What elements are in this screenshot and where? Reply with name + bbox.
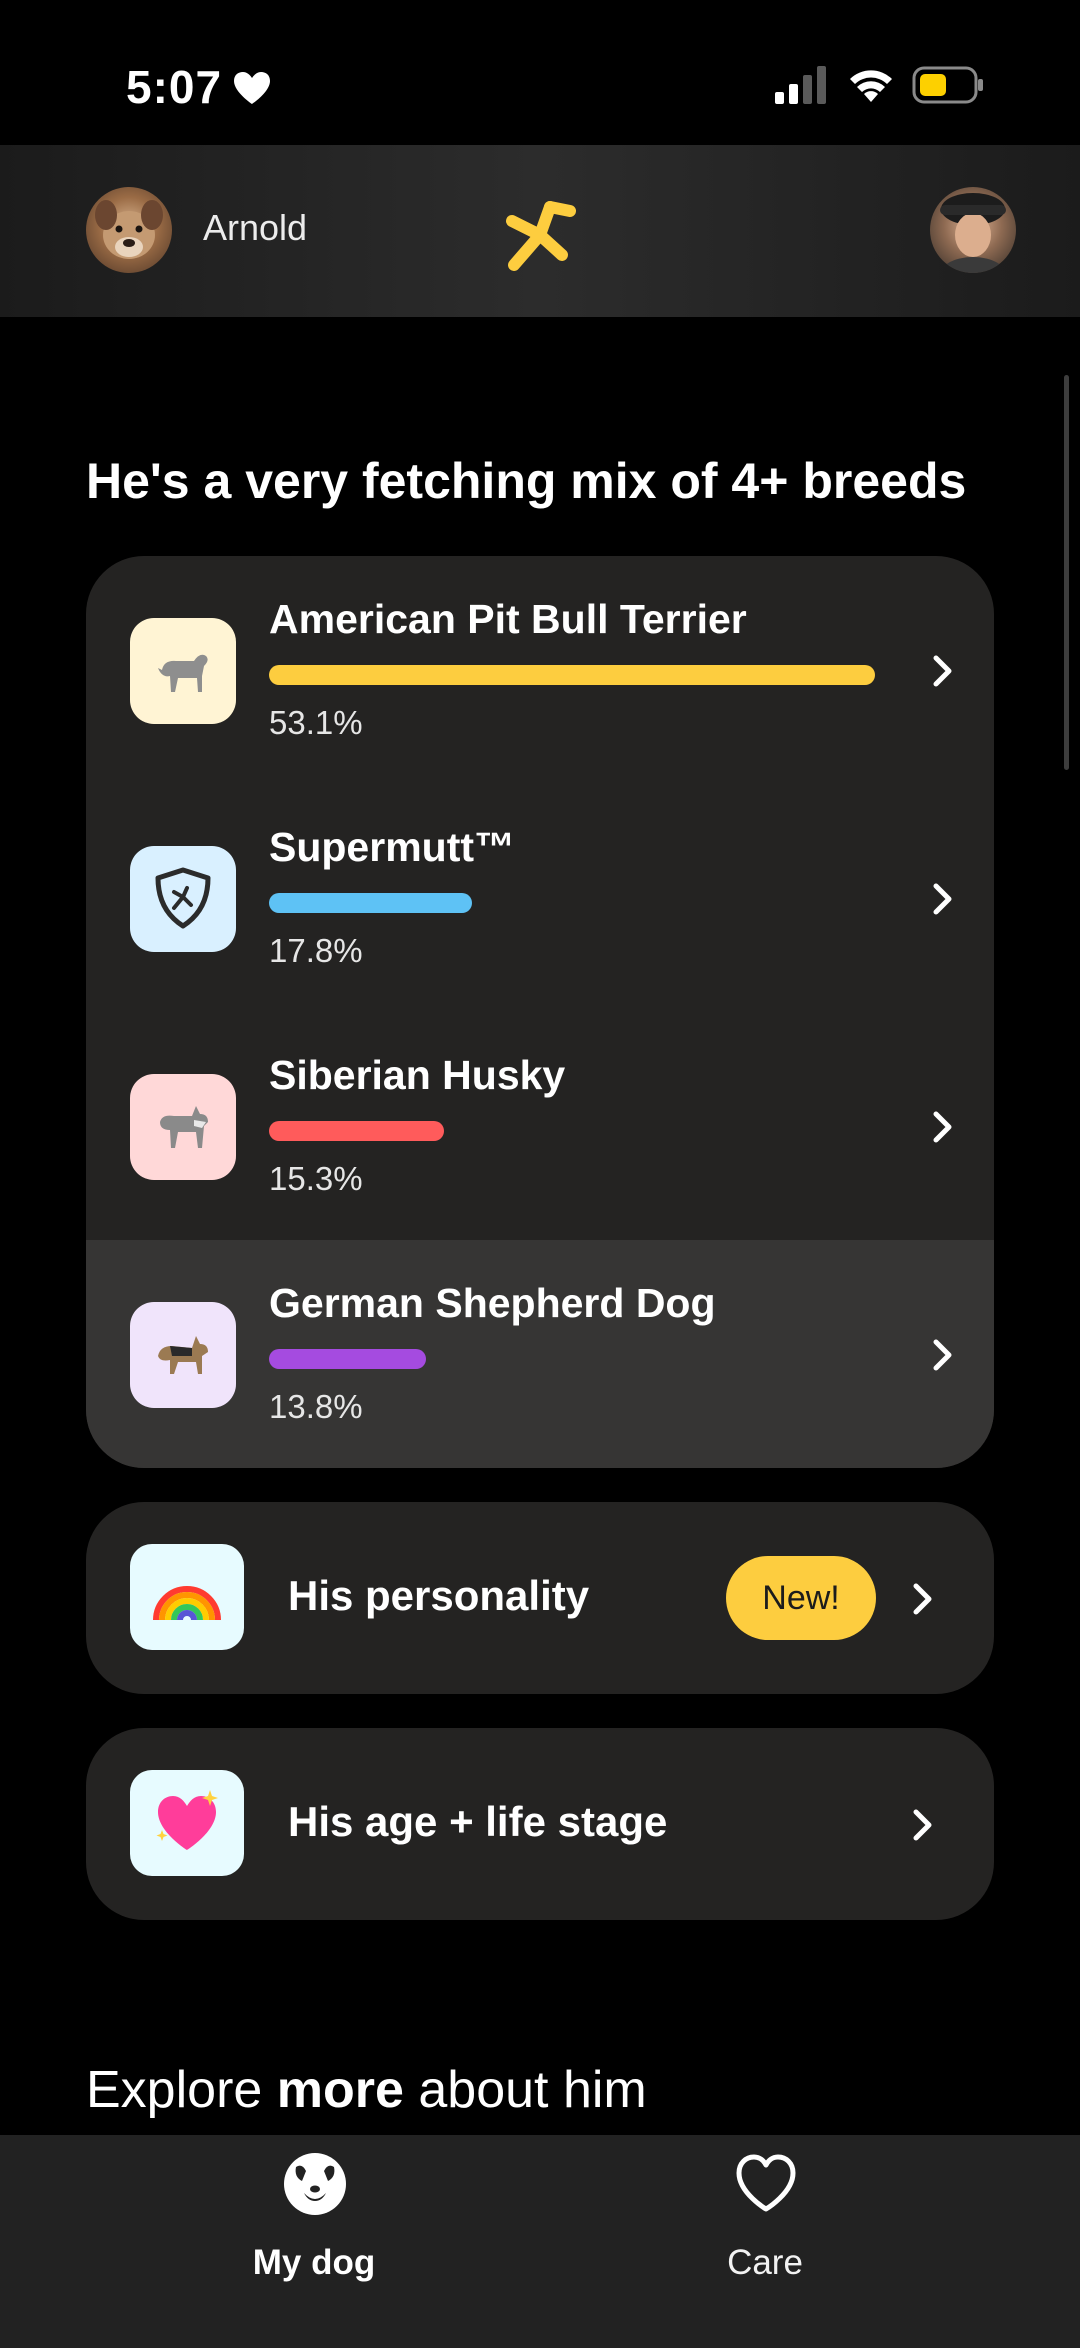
personality-label: His personality (288, 1572, 590, 1619)
status-bar: 5:07 (0, 0, 1080, 145)
signal-icon (775, 66, 826, 104)
rainbow-icon (153, 1586, 221, 1621)
scrollbar[interactable] (1064, 375, 1069, 770)
chevron-right-icon (933, 1339, 952, 1371)
person-face-icon (938, 193, 1008, 273)
breed-row-german-shepherd-dog[interactable]: German Shepherd Dog 13.8% (86, 1240, 994, 1468)
breed-row-american-pit-bull-terrier[interactable]: American Pit Bull Terrier 53.1% (86, 556, 994, 784)
breed-mix-card: American Pit Bull Terrier 53.1% Supermut… (86, 556, 994, 1468)
sparkling-heart-icon (156, 1790, 218, 1850)
german-shepherd-icon (158, 1336, 208, 1374)
tab-care[interactable]: Care (615, 2151, 915, 2321)
pit-bull-icon (158, 654, 208, 692)
breed-percentage: 13.8% (269, 1388, 363, 1425)
dog-face-icon (95, 200, 163, 259)
dog-name[interactable]: Arnold (203, 207, 307, 249)
dog-face-tab-icon (284, 2153, 346, 2215)
age-icon-box (130, 1770, 244, 1876)
battery-icon (912, 66, 983, 104)
new-badge: New! (726, 1556, 876, 1640)
explore-suffix: about him (418, 2061, 647, 2119)
age-life-stage-label: His age + life stage (288, 1798, 668, 1845)
breed-icon-box (130, 618, 236, 724)
status-time: 5:07 (126, 61, 223, 113)
tab-my-dog-label: My dog (252, 2243, 376, 2282)
tab-my-dog[interactable]: My dog (164, 2151, 464, 2321)
husky-icon (160, 1106, 208, 1148)
chevron-right-icon (933, 1111, 952, 1143)
breed-row-supermutt[interactable]: Supermutt™ 17.8% (86, 784, 994, 1012)
breed-percentage: 17.8% (269, 932, 363, 969)
personality-card[interactable]: His personality New! (86, 1502, 994, 1694)
dog-avatar[interactable] (86, 187, 172, 273)
breed-icon-box (130, 1074, 236, 1180)
personality-icon-box (130, 1544, 244, 1650)
breed-percentage: 53.1% (269, 704, 363, 741)
app-header: Arnold (0, 145, 1080, 317)
chevron-right-icon (933, 655, 952, 687)
bottom-tab-bar: My dog Care (0, 2135, 1080, 2348)
breed-icon-box (130, 1302, 236, 1408)
section-title: He's a very fetching mix of 4+ breeds (86, 453, 967, 509)
breed-percentage-bar (269, 665, 875, 685)
breed-row-siberian-husky[interactable]: Siberian Husky 15.3% (86, 1012, 994, 1240)
breed-icon-box (130, 846, 236, 952)
chevron-right-icon (933, 883, 952, 915)
explore-prefix: Explore (86, 2061, 263, 2119)
chevron-right-icon (913, 1809, 932, 1841)
heart-outline-icon (736, 2154, 796, 2212)
age-life-stage-card[interactable]: His age + life stage (86, 1728, 994, 1920)
breed-percentage-bar (269, 1349, 426, 1369)
breed-name: German Shepherd Dog (269, 1280, 716, 1326)
breed-name: Supermutt™ (269, 824, 515, 870)
chevron-right-icon (913, 1583, 932, 1615)
breed-name: American Pit Bull Terrier (269, 596, 747, 642)
breed-percentage-bar (269, 1121, 444, 1141)
breed-name: Siberian Husky (269, 1052, 566, 1098)
explore-bold: more (276, 2061, 404, 2119)
wifi-icon (850, 70, 892, 102)
user-avatar[interactable] (930, 187, 1016, 273)
heart-icon (234, 72, 270, 104)
explore-heading: Explore more about him (86, 2060, 647, 2120)
shield-icon (155, 867, 211, 929)
breed-percentage-bar (269, 893, 472, 913)
brand-logo-icon (506, 201, 576, 271)
breed-percentage: 15.3% (269, 1160, 363, 1197)
tab-care-label: Care (727, 2243, 803, 2282)
